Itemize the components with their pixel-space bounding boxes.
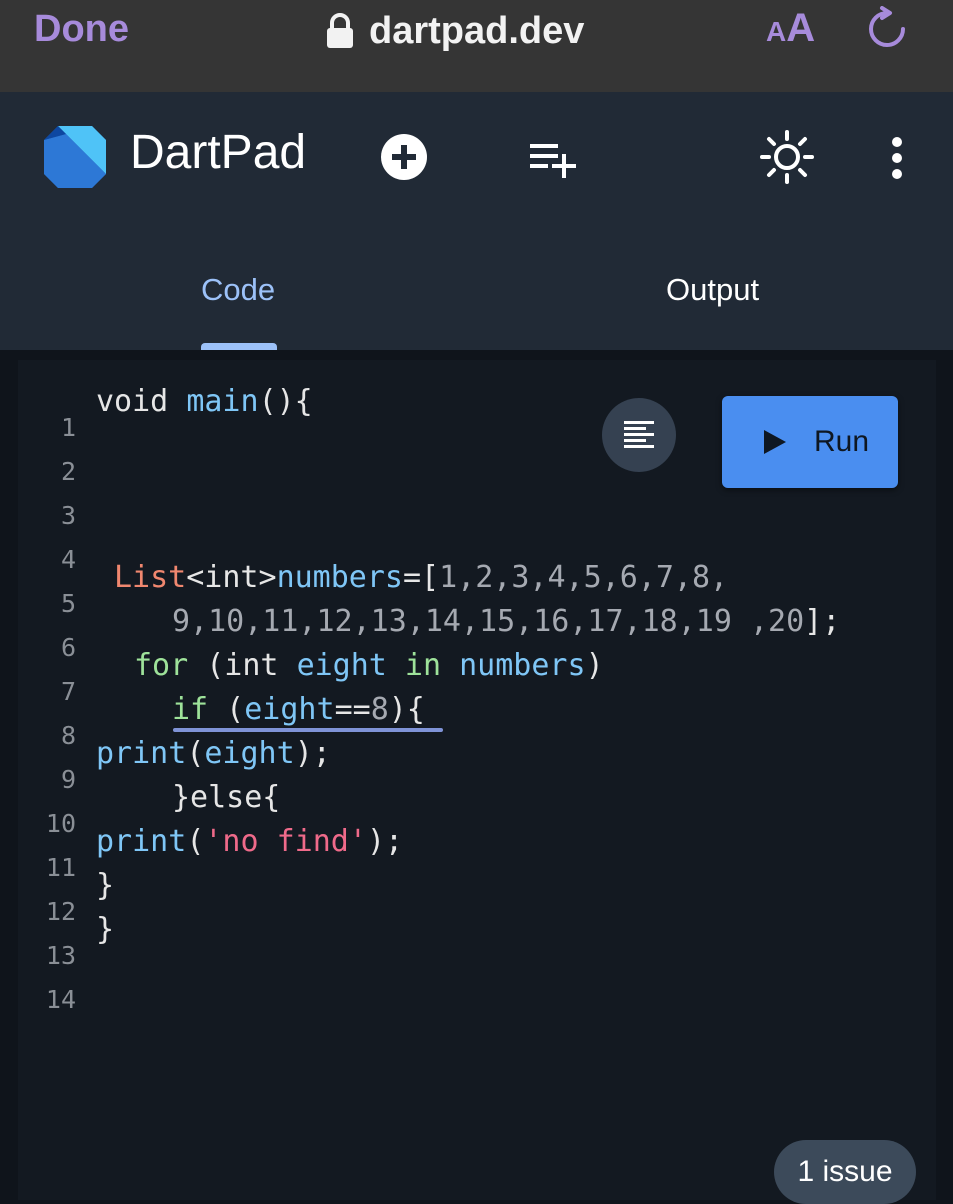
code-line: 6 9,10,11,12,13,14,15,16,17,18,19 ,20]; [0,598,935,662]
line-content: void main(){ [96,384,313,419]
dart-logo[interactable] [36,118,112,194]
run-button[interactable]: Run [722,396,898,488]
punctuation: ); [294,736,331,771]
punctuation: (){ [258,384,313,419]
tab-code[interactable]: Code [201,272,275,308]
done-button[interactable]: Done [34,8,129,51]
keyword: for [134,648,189,683]
line-content: 9,10,11,12,13,14,15,16,17,18,19 ,20]; [172,604,840,639]
add-circle-icon[interactable] [380,133,428,181]
generic: <int> [186,560,277,595]
punctuation: ]; [804,604,841,639]
keyword: void [96,384,169,419]
browser-toolbar: Done dartpad.dev AA [0,0,953,92]
code-line: 12 } [0,862,935,926]
function-name: print [96,736,187,771]
punctuation: ); [366,824,404,859]
variable-name: eight [296,648,387,683]
line-content: } [96,912,115,947]
code-line: 9 print(eight); [0,730,935,794]
app-title: DartPad [130,126,307,179]
brightness-icon[interactable] [760,130,814,184]
line-content: } [96,868,115,903]
code-line: 7 for (int eight in numbers) [0,642,935,706]
reload-icon[interactable] [864,6,910,52]
string-literal: 'no find' [204,824,367,859]
function-name: main [186,384,259,419]
keyword: in [386,648,460,683]
line-number: 14 [45,985,76,1014]
variable-name: numbers [459,648,586,683]
line-content: print(eight); [96,736,331,771]
text: (int [188,648,297,683]
punctuation: ) [585,648,604,683]
punctuation: ( [208,692,245,727]
punctuation: ( [186,824,205,859]
code-line: 8 if (eight==8){ [0,686,935,750]
address-bar[interactable]: dartpad.dev [325,8,584,54]
type-name: List [114,560,187,595]
punctuation: ){ [388,692,425,727]
punctuation: =[ [403,560,440,595]
code-line: 13 } [0,906,935,970]
code-line: 10 }else{ [0,774,935,838]
code-line: 14 [0,950,935,1014]
text-size-small-glyph: A [766,16,787,47]
text-size-big-glyph: A [786,6,816,50]
line-content: List<int>numbers=[1,2,3,4,5,6,7,8, [114,560,728,595]
line-content: print('no find'); [96,824,403,859]
format-button[interactable] [602,398,676,472]
tab-output[interactable]: Output [666,272,759,308]
more-vert-icon[interactable] [884,136,910,180]
line-content: for (int eight in numbers) [134,648,604,683]
code-line: 5 List<int>numbers=[1,2,3,4,5,6,7,8, [0,554,935,618]
text-size-button[interactable]: AA [766,6,815,51]
lock-icon [327,13,353,48]
line-content: if (eight==8){ [172,692,425,727]
variable-name: numbers [276,560,403,595]
code-line: 4 [0,510,935,574]
play-icon [764,430,786,454]
number-literals: 9,10,11,12,13,14,15,16,17,18,19 ,20 [172,604,805,639]
number-literal: 8 [370,692,389,727]
keyword: if [172,692,209,727]
issues-badge[interactable]: 1 issue [774,1140,916,1204]
playlist-add-icon[interactable] [528,140,576,180]
url-text: dartpad.dev [369,9,585,52]
code-line: 11 print('no find'); [0,818,935,882]
variable-name: eight [204,736,295,771]
run-button-label: Run [814,425,870,458]
number-literals: 1,2,3,4,5,6,7,8, [439,560,729,595]
operator: == [334,692,371,727]
active-tab-indicator [201,343,277,350]
format-align-icon [624,421,654,448]
variable-name: eight [244,692,335,727]
punctuation: ( [186,736,205,771]
line-content: }else{ [172,780,281,815]
function-name: print [96,824,187,859]
